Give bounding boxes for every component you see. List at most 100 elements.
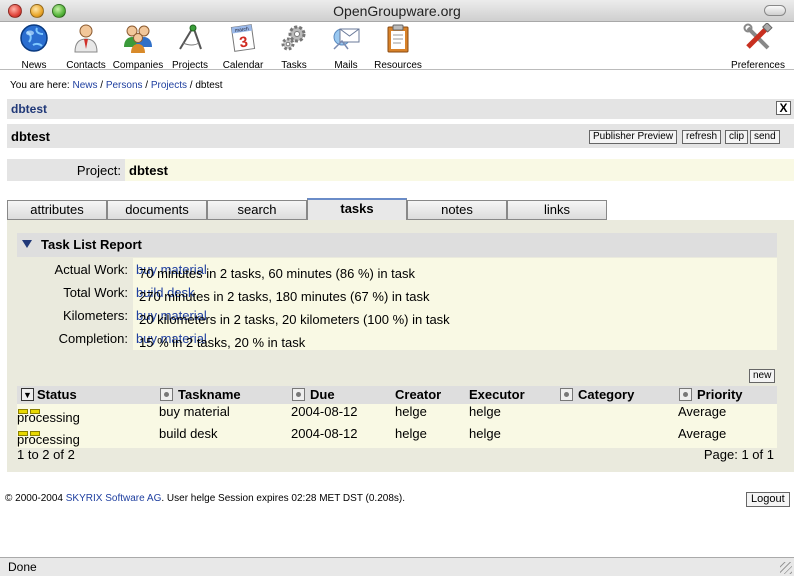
globe-icon bbox=[20, 24, 48, 52]
page-footer: © 2000-2004 SKYRIX Software AG. User hel… bbox=[5, 493, 405, 504]
breadcrumb-link-news[interactable]: News bbox=[72, 80, 97, 91]
toolbar-item-label: News bbox=[21, 60, 47, 71]
tools-icon bbox=[743, 23, 773, 50]
toolbar-tasks-button[interactable]: Tasks bbox=[266, 23, 322, 71]
project-value: dbtest bbox=[129, 163, 168, 178]
toolbar-item-label: Preferences bbox=[731, 60, 785, 71]
breadcrumb-link-persons[interactable]: Persons bbox=[106, 80, 143, 91]
sort-icon[interactable] bbox=[679, 388, 692, 401]
browser-window: OpenGroupware.org News Contacts Companie… bbox=[0, 0, 794, 576]
person-icon bbox=[74, 24, 98, 53]
report-row: Completion: 15 % in 2 tasks, 20 % in tas… bbox=[17, 327, 777, 350]
project-label-cell: Project: bbox=[7, 159, 125, 181]
window-titlebar: OpenGroupware.org bbox=[0, 0, 794, 22]
toolbar-toggle-button[interactable] bbox=[764, 5, 786, 16]
toolbar-companies-button[interactable]: Companies bbox=[110, 23, 166, 71]
object-header: dbtest Publisher Preview refresh clip se… bbox=[7, 124, 794, 148]
report-row-label: Total Work: bbox=[63, 285, 128, 300]
toolbar-contacts-button[interactable]: Contacts bbox=[58, 23, 114, 71]
cell-taskname[interactable]: buy material bbox=[159, 404, 230, 419]
column-header-due[interactable]: Due bbox=[310, 387, 335, 402]
company-link[interactable]: SKYRIX Software AG bbox=[66, 493, 162, 504]
report-row-value-cell: 70 minutes in 2 tasks, 60 minutes (86 %)… bbox=[133, 258, 777, 281]
tab-notes[interactable]: notes bbox=[407, 200, 507, 220]
gears-icon bbox=[281, 25, 306, 51]
logout-button[interactable]: Logout bbox=[746, 492, 790, 507]
task-table-header: ▼ Status Taskname Due Creator Executor C… bbox=[17, 386, 777, 404]
sort-icon[interactable] bbox=[292, 388, 305, 401]
report-row-text: 20 kilometers in 2 tasks, 20 kilometers … bbox=[139, 312, 450, 327]
column-header-creator: Creator bbox=[395, 387, 442, 402]
report-row: Total Work: 270 minutes in 2 tasks, 180 … bbox=[17, 281, 777, 304]
clip-button[interactable]: clip bbox=[725, 130, 749, 144]
clipboard-icon bbox=[387, 24, 409, 53]
report-row-text: 270 minutes in 2 tasks, 180 minutes (67 … bbox=[139, 289, 430, 304]
table-row[interactable]: processing buy material 2004-08-12 helge… bbox=[17, 404, 777, 426]
report-title: Task List Report bbox=[41, 237, 142, 252]
status-bar: Done bbox=[0, 557, 794, 576]
report-row-label-cell: Completion: bbox=[17, 327, 133, 350]
toolbar-item-label: Companies bbox=[112, 60, 164, 71]
viewer-title-bar: dbtest X bbox=[7, 99, 794, 119]
cell-creator: helge bbox=[395, 404, 427, 419]
report-row-label: Completion: bbox=[58, 331, 128, 346]
report-row-text: 15 % in 2 tasks, 20 % in task bbox=[139, 335, 306, 350]
breadcrumb-separator: / bbox=[189, 80, 193, 91]
pager-page: Page: 1 of 1 bbox=[703, 447, 774, 462]
sort-descending-icon[interactable]: ▼ bbox=[21, 388, 34, 401]
new-task-button[interactable]: new bbox=[749, 369, 776, 383]
breadcrumb-separator: / bbox=[100, 80, 104, 91]
toolbar-item-label: Calendar bbox=[222, 60, 264, 71]
refresh-button[interactable]: refresh bbox=[682, 130, 722, 144]
group-icon bbox=[124, 25, 152, 53]
sort-icon[interactable] bbox=[560, 388, 573, 401]
report-row-text: 70 minutes in 2 tasks, 60 minutes (86 %)… bbox=[139, 266, 416, 281]
tab-documents[interactable]: documents bbox=[107, 200, 207, 220]
report-row-label-cell: Kilometers: bbox=[17, 304, 133, 327]
cell-due: 2004-08-12 bbox=[291, 404, 358, 419]
report-row-value-cell: 20 kilometers in 2 tasks, 20 kilometers … bbox=[133, 304, 777, 327]
sort-icon[interactable] bbox=[160, 388, 173, 401]
column-header-priority[interactable]: Priority bbox=[697, 387, 743, 402]
toolbar-projects-button[interactable]: Projects bbox=[162, 23, 218, 71]
cell-due: 2004-08-12 bbox=[291, 426, 358, 441]
toolbar-calendar-button[interactable]: march 3 Calendar bbox=[215, 23, 271, 71]
breadcrumb-link-projects[interactable]: Projects bbox=[151, 80, 187, 91]
cell-taskname[interactable]: build desk bbox=[159, 426, 218, 441]
send-button[interactable]: send bbox=[750, 130, 780, 144]
toolbar-preferences-button[interactable]: Preferences bbox=[730, 23, 786, 71]
toolbar-news-button[interactable]: News bbox=[6, 23, 62, 71]
column-header-category[interactable]: Category bbox=[578, 387, 634, 402]
resize-grip-icon[interactable] bbox=[780, 562, 792, 574]
toolbar-mails-button[interactable]: Mails bbox=[318, 23, 374, 71]
tab-links[interactable]: links bbox=[507, 200, 607, 220]
app-toolbar: News Contacts Companies Projects march 3 … bbox=[0, 22, 794, 71]
close-viewer-button[interactable]: X bbox=[776, 101, 791, 115]
calendar-icon: march3 bbox=[230, 24, 256, 52]
tasks-panel: Task List Report Actual Work: 70 minutes… bbox=[7, 220, 794, 472]
tab-tasks[interactable]: tasks bbox=[307, 198, 407, 220]
toolbar-resources-button[interactable]: Resources bbox=[370, 23, 426, 71]
toolbar-item-label: Resources bbox=[374, 60, 422, 71]
cell-executor: helge bbox=[469, 404, 501, 419]
viewer-title: dbtest bbox=[11, 102, 47, 116]
report-row-label: Kilometers: bbox=[62, 308, 128, 323]
tab-search[interactable]: search bbox=[207, 200, 307, 220]
cell-priority: Average bbox=[678, 426, 727, 441]
copyright-text: © 2000-2004 bbox=[5, 493, 63, 504]
publisher-preview-button[interactable]: Publisher Preview bbox=[589, 130, 678, 144]
collapse-triangle-icon[interactable] bbox=[22, 240, 32, 248]
report-row-value-cell: 15 % in 2 tasks, 20 % in task buy materia… bbox=[133, 327, 777, 350]
toolbar-item-label: Contacts bbox=[66, 60, 106, 71]
column-header-status[interactable]: Status bbox=[37, 387, 77, 402]
toolbar-item-label: Projects bbox=[171, 60, 209, 71]
breadcrumb-prefix: You are here: bbox=[10, 80, 70, 91]
column-header-taskname[interactable]: Taskname bbox=[178, 387, 241, 402]
session-info: . User helge Session expires 02:28 MET D… bbox=[161, 493, 405, 504]
report-header[interactable]: Task List Report bbox=[17, 233, 777, 257]
tab-attributes[interactable]: attributes bbox=[7, 200, 107, 220]
report-row-value-cell: 270 minutes in 2 tasks, 180 minutes (67 … bbox=[133, 281, 777, 304]
report-row-label: Actual Work: bbox=[54, 262, 128, 277]
table-row[interactable]: processing build desk 2004-08-12 helge h… bbox=[17, 426, 777, 448]
report-row: Kilometers: 20 kilometers in 2 tasks, 20… bbox=[17, 304, 777, 327]
